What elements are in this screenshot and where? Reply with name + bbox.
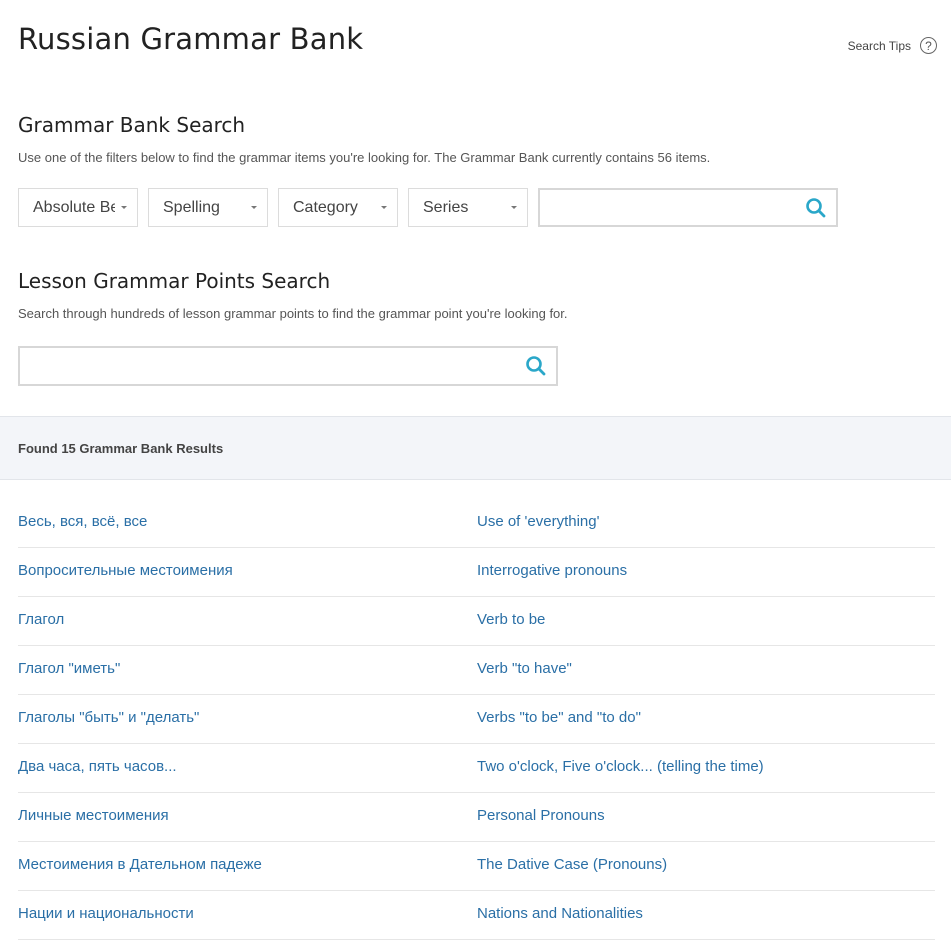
chevron-down-icon <box>251 206 257 209</box>
search-icon <box>806 197 826 217</box>
list-item: Глагол Verb to be <box>18 597 935 646</box>
filter-spelling-dropdown[interactable]: Spelling <box>148 188 268 227</box>
list-item: Личные местоимения Personal Pronouns <box>18 793 935 842</box>
grammar-bank-search-input[interactable] <box>540 190 796 225</box>
search-tips-label: Search Tips <box>847 38 911 53</box>
result-link-russian[interactable]: Весь, вся, всё, все <box>18 513 147 530</box>
result-link-russian[interactable]: Два часа, пять часов... <box>18 758 177 775</box>
search-tips-link[interactable]: Search Tips ? <box>848 37 937 54</box>
chevron-down-icon <box>381 206 387 209</box>
help-circle-icon[interactable]: ? <box>920 37 937 54</box>
result-link-russian[interactable]: Вопросительные местоимения <box>18 562 233 579</box>
dropdown-label: Series <box>423 198 469 216</box>
chevron-down-icon <box>121 206 127 209</box>
chevron-down-icon <box>511 206 517 209</box>
lesson-points-search-box <box>18 346 558 386</box>
grammar-bank-heading: Grammar Bank Search <box>18 113 246 137</box>
grammar-bank-filters: Absolute Be Spelling Category Series <box>18 188 538 227</box>
filter-category-dropdown[interactable]: Category <box>278 188 398 227</box>
list-item: Глагол "иметь" Verb "to have" <box>18 646 935 695</box>
grammar-bank-search-button[interactable] <box>796 190 836 225</box>
dropdown-label: Category <box>293 198 358 216</box>
result-link-russian[interactable]: Нации и национальности <box>18 905 194 922</box>
result-link-russian[interactable]: Глагол "иметь" <box>18 660 120 677</box>
list-item: Два часа, пять часов... Two o'clock, Fiv… <box>18 744 935 793</box>
results-count: Found 15 Grammar Bank Results <box>18 441 224 456</box>
result-link-english[interactable]: Two o'clock, Five o'clock... (telling th… <box>477 758 764 775</box>
page-title: Russian Grammar Bank <box>18 22 364 56</box>
result-link-english[interactable]: Interrogative pronouns <box>477 562 627 579</box>
lesson-points-search-input[interactable] <box>20 348 516 384</box>
list-item: Вопросительные местоимения Interrogative… <box>18 548 935 597</box>
grammar-bank-description: Use one of the filters below to find the… <box>18 150 711 165</box>
result-link-russian[interactable]: Глаголы "быть" и "делать" <box>18 709 199 726</box>
dropdown-label: Spelling <box>163 198 220 216</box>
result-link-english[interactable]: Verbs "to be" and "to do" <box>477 709 641 726</box>
list-item: Местоимения в Дательном падеже The Dativ… <box>18 842 935 891</box>
result-link-english[interactable]: Verb to be <box>477 611 545 628</box>
filter-absolute-beginner-dropdown[interactable]: Absolute Be <box>18 188 138 227</box>
result-link-russian[interactable]: Личные местоимения <box>18 807 169 824</box>
result-link-english[interactable]: The Dative Case (Pronouns) <box>477 856 667 873</box>
results-header-bar: Found 15 Grammar Bank Results <box>0 416 951 480</box>
lesson-points-search-button[interactable] <box>516 348 556 384</box>
result-link-english[interactable]: Verb "to have" <box>477 660 572 677</box>
result-link-english[interactable]: Personal Pronouns <box>477 807 605 824</box>
grammar-bank-search-box <box>538 188 838 227</box>
result-link-russian[interactable]: Глагол <box>18 611 64 628</box>
results-list: Весь, вся, всё, все Use of 'everything' … <box>18 499 935 940</box>
list-item: Глаголы "быть" и "делать" Verbs "to be" … <box>18 695 935 744</box>
result-link-english[interactable]: Nations and Nationalities <box>477 905 643 922</box>
filter-series-dropdown[interactable]: Series <box>408 188 528 227</box>
lesson-points-heading: Lesson Grammar Points Search <box>18 269 331 293</box>
result-link-russian[interactable]: Местоимения в Дательном падеже <box>18 856 262 873</box>
result-link-english[interactable]: Use of 'everything' <box>477 513 599 530</box>
dropdown-label: Absolute Be <box>33 198 115 216</box>
list-item: Весь, вся, всё, все Use of 'everything' <box>18 499 935 548</box>
list-item: Нации и национальности Nations and Natio… <box>18 891 935 940</box>
lesson-points-description: Search through hundreds of lesson gramma… <box>18 306 568 321</box>
search-icon <box>526 356 546 376</box>
